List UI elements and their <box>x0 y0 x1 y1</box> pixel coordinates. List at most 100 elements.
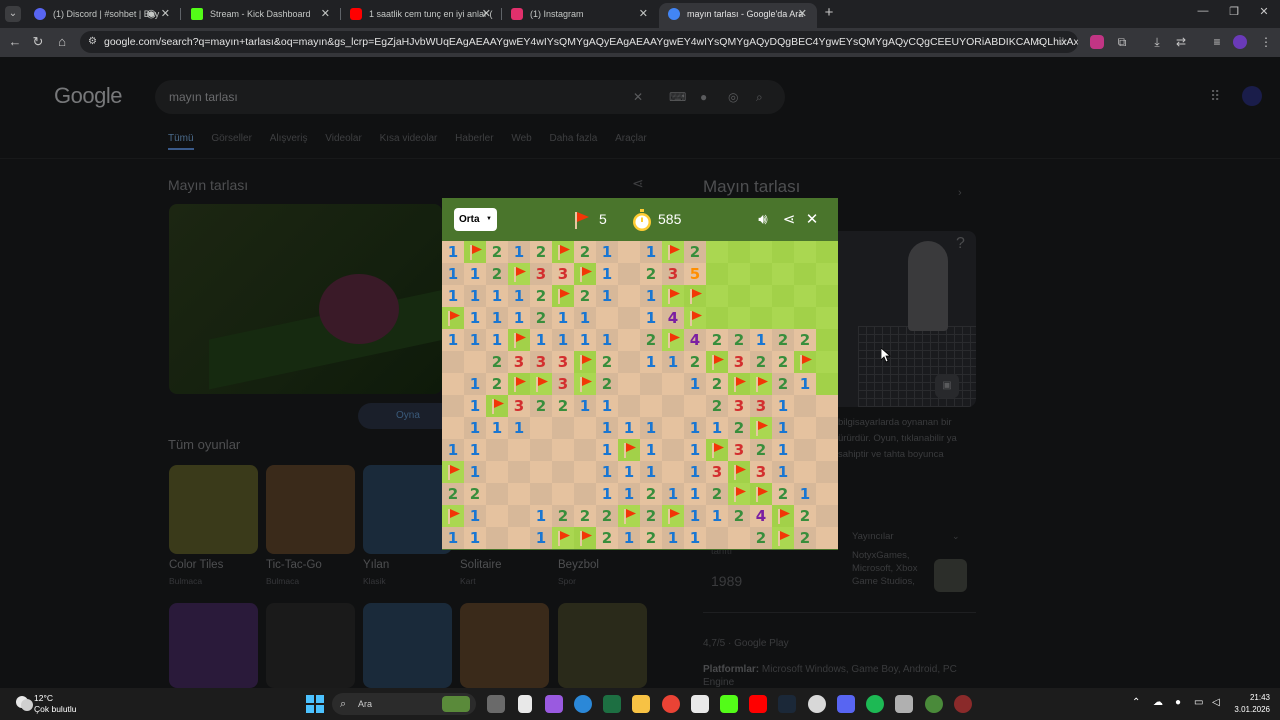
tab-close-icon[interactable]: ✕ <box>639 3 648 25</box>
number-cell[interactable]: 1 <box>794 373 816 395</box>
hidden-cell[interactable] <box>794 241 816 263</box>
number-cell[interactable]: 1 <box>684 527 706 549</box>
number-cell[interactable]: 1 <box>640 439 662 461</box>
number-cell[interactable]: 1 <box>464 307 486 329</box>
number-cell[interactable]: 1 <box>442 439 464 461</box>
flagged-cell[interactable] <box>684 285 706 307</box>
hidden-cell[interactable] <box>728 285 750 307</box>
number-cell[interactable]: 1 <box>640 241 662 263</box>
number-cell[interactable]: 3 <box>508 395 530 417</box>
apps-grid-icon[interactable]: ⠿ <box>1210 88 1220 105</box>
game-name[interactable]: Color Tiles <box>169 559 223 571</box>
empty-cell[interactable] <box>574 461 596 483</box>
minimize-icon[interactable]: — <box>1193 5 1213 17</box>
number-cell[interactable]: 1 <box>684 373 706 395</box>
empty-cell[interactable] <box>662 439 684 461</box>
flagged-cell[interactable] <box>728 483 750 505</box>
hidden-cell[interactable] <box>816 263 838 285</box>
number-cell[interactable]: 1 <box>574 307 596 329</box>
number-cell[interactable]: 1 <box>442 263 464 285</box>
game-name[interactable]: Beyzbol <box>558 559 599 571</box>
number-cell[interactable]: 1 <box>464 505 486 527</box>
extensions-puzzle-icon[interactable]: ⧉ <box>1114 34 1130 50</box>
empty-cell[interactable] <box>508 527 530 549</box>
flagged-cell[interactable] <box>772 505 794 527</box>
number-cell[interactable]: 2 <box>574 505 596 527</box>
number-cell[interactable]: 1 <box>772 395 794 417</box>
flagged-cell[interactable] <box>552 241 574 263</box>
discord-app-icon[interactable] <box>837 695 855 713</box>
tab-google-active[interactable]: mayın tarlası - Google'da Ara ✕ <box>659 3 817 28</box>
number-cell[interactable]: 1 <box>442 285 464 307</box>
number-cell[interactable]: 1 <box>794 483 816 505</box>
temperature[interactable]: 12°C <box>34 693 53 703</box>
number-cell[interactable]: 1 <box>618 483 640 505</box>
number-cell[interactable]: 5 <box>684 263 706 285</box>
number-cell[interactable]: 1 <box>442 527 464 549</box>
filter-alisveris[interactable]: Alışveriş <box>270 133 308 144</box>
empty-cell[interactable] <box>574 483 596 505</box>
number-cell[interactable]: 3 <box>728 439 750 461</box>
empty-cell[interactable] <box>552 483 574 505</box>
empty-cell[interactable] <box>618 373 640 395</box>
empty-cell[interactable] <box>684 395 706 417</box>
tab-close-icon[interactable]: ✕ <box>482 3 491 25</box>
menu-icon[interactable]: ⋮ <box>1258 34 1274 50</box>
number-cell[interactable]: 1 <box>640 417 662 439</box>
number-cell[interactable]: 4 <box>662 307 684 329</box>
number-cell[interactable]: 1 <box>640 351 662 373</box>
hidden-cell[interactable] <box>706 263 728 285</box>
number-cell[interactable]: 1 <box>750 329 772 351</box>
hidden-cell[interactable] <box>728 307 750 329</box>
onedrive-icon[interactable]: ☁ <box>1153 697 1163 708</box>
close-window-icon[interactable]: ✕ <box>1254 5 1274 18</box>
game-card-tic-tac-go[interactable] <box>266 465 355 554</box>
empty-cell[interactable] <box>618 329 640 351</box>
filter-tumu[interactable]: Tümü <box>168 133 194 150</box>
obs-icon[interactable] <box>954 695 972 713</box>
empty-cell[interactable] <box>486 439 508 461</box>
empty-cell[interactable] <box>816 439 838 461</box>
number-cell[interactable]: 2 <box>750 527 772 549</box>
flagged-cell[interactable] <box>530 373 552 395</box>
flagged-cell[interactable] <box>794 351 816 373</box>
number-cell[interactable]: 1 <box>464 395 486 417</box>
number-cell[interactable]: 2 <box>640 329 662 351</box>
filter-kisa-videolar[interactable]: Kısa videolar <box>380 133 438 144</box>
empty-cell[interactable] <box>794 461 816 483</box>
chrome-active-icon[interactable] <box>925 695 943 713</box>
empty-cell[interactable] <box>794 395 816 417</box>
empty-cell[interactable] <box>552 461 574 483</box>
hidden-cell[interactable] <box>772 285 794 307</box>
flagged-cell[interactable] <box>552 285 574 307</box>
number-cell[interactable]: 1 <box>486 417 508 439</box>
hidden-cell[interactable] <box>816 241 838 263</box>
keyboard-icon[interactable]: ⌨ <box>669 80 686 114</box>
number-cell[interactable]: 2 <box>706 373 728 395</box>
empty-cell[interactable] <box>816 505 838 527</box>
game-card[interactable] <box>558 603 647 688</box>
empty-cell[interactable] <box>662 373 684 395</box>
hidden-cell[interactable] <box>706 241 728 263</box>
flagged-cell[interactable] <box>508 329 530 351</box>
flagged-cell[interactable] <box>574 351 596 373</box>
empty-cell[interactable] <box>618 351 640 373</box>
chevron-down-icon[interactable]: ⌄ <box>952 531 960 542</box>
tab-kick[interactable]: Stream - Kick Dashboard ✕ <box>182 3 340 28</box>
number-cell[interactable]: 2 <box>728 417 750 439</box>
empty-cell[interactable] <box>640 395 662 417</box>
empty-cell[interactable] <box>552 417 574 439</box>
weather-cloud-icon[interactable] <box>12 692 36 716</box>
number-cell[interactable]: 1 <box>684 483 706 505</box>
kick-app-icon[interactable] <box>720 695 738 713</box>
number-cell[interactable]: 1 <box>772 417 794 439</box>
game-name[interactable]: Yılan <box>363 559 389 571</box>
hidden-cell[interactable] <box>728 263 750 285</box>
number-cell[interactable]: 2 <box>640 263 662 285</box>
number-cell[interactable]: 2 <box>486 351 508 373</box>
hidden-cell[interactable] <box>750 307 772 329</box>
windows-start-icon[interactable] <box>306 695 324 713</box>
game-card[interactable] <box>363 603 452 688</box>
number-cell[interactable]: 2 <box>640 527 662 549</box>
empty-cell[interactable] <box>442 351 464 373</box>
